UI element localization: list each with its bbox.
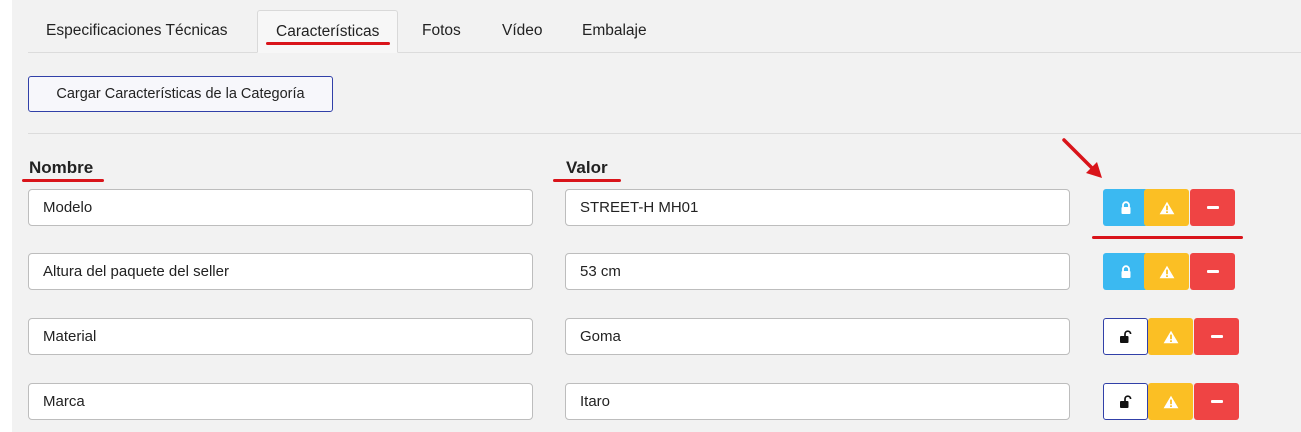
characteristics-page: Especificaciones Técnicas Característica… (0, 0, 1301, 432)
load-category-characteristics-button[interactable]: Cargar Características de la Categoría (28, 76, 333, 112)
warning-button[interactable] (1148, 318, 1193, 355)
column-header-name: Nombre (29, 158, 94, 177)
lock-toggle-button[interactable] (1103, 189, 1148, 226)
row-name-field[interactable]: Altura del paquete del seller (28, 253, 533, 290)
lock-toggle-button[interactable] (1103, 383, 1148, 420)
value-header-annotation-underline (553, 179, 621, 182)
tab-bar: Especificaciones Técnicas Característica… (28, 0, 1301, 53)
row-value-field[interactable]: STREET-H MH01 (565, 189, 1070, 226)
annotation-arrow-icon (1062, 138, 1102, 178)
minus-icon (1206, 270, 1219, 273)
warning-icon (1163, 395, 1178, 408)
row-value-field[interactable]: Goma (565, 318, 1070, 355)
remove-row-button[interactable] (1190, 253, 1235, 290)
warning-icon (1159, 265, 1174, 278)
row-name-field[interactable]: Modelo (28, 189, 533, 226)
minus-icon (1210, 335, 1223, 338)
warning-button[interactable] (1144, 189, 1189, 226)
lock-icon (1121, 200, 1130, 214)
unlock-icon (1119, 329, 1131, 343)
warning-icon (1163, 330, 1178, 343)
lock-toggle-button[interactable] (1103, 318, 1148, 355)
minus-icon (1210, 400, 1223, 403)
row-name-field[interactable]: Marca (28, 383, 533, 420)
name-header-annotation-underline (22, 179, 104, 182)
actions-annotation-underline (1092, 236, 1243, 239)
tab-caracteristicas[interactable]: Características (257, 10, 399, 53)
unlock-icon (1119, 394, 1131, 408)
column-header-value: Valor (566, 158, 608, 177)
remove-row-button[interactable] (1190, 189, 1235, 226)
remove-row-button[interactable] (1194, 383, 1239, 420)
tab-embalaje[interactable]: Embalaje (564, 10, 665, 53)
active-tab-annotation-underline (266, 42, 390, 45)
row-value-field[interactable]: Itaro (565, 383, 1070, 420)
warning-button[interactable] (1144, 253, 1189, 290)
minus-icon (1206, 206, 1219, 209)
lock-toggle-button[interactable] (1103, 253, 1148, 290)
warning-button[interactable] (1148, 383, 1193, 420)
tab-especificaciones[interactable]: Especificaciones Técnicas (28, 10, 246, 53)
tab-video[interactable]: Vídeo (484, 10, 561, 53)
remove-row-button[interactable] (1194, 318, 1239, 355)
tab-fotos[interactable]: Fotos (404, 10, 479, 53)
left-band (0, 0, 12, 432)
row-value-field[interactable]: 53 cm (565, 253, 1070, 290)
divider (28, 133, 1301, 134)
warning-icon (1159, 201, 1174, 214)
row-name-field[interactable]: Material (28, 318, 533, 355)
lock-icon (1121, 264, 1130, 278)
